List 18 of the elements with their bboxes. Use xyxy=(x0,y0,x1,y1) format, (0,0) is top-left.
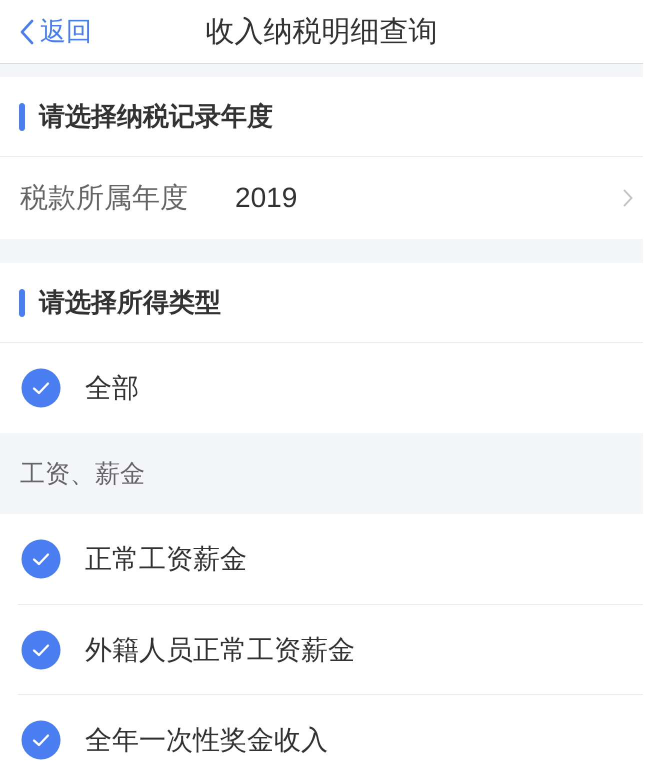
chevron-right-icon xyxy=(623,189,633,207)
checkbox[interactable] xyxy=(21,368,61,408)
option-row[interactable]: 正常工资薪金 xyxy=(0,514,643,604)
category-label: 工资、薪金 xyxy=(20,459,145,490)
back-chevron-icon xyxy=(20,18,34,44)
section-heading: 请选择纳税记录年度 xyxy=(39,100,273,133)
option-row[interactable]: 全年一次性奖金收入 xyxy=(18,694,643,771)
checkbox[interactable] xyxy=(21,630,61,670)
accent-bar xyxy=(19,288,25,316)
accent-bar xyxy=(19,102,25,130)
year-selector[interactable]: 税款所属年度 2019 xyxy=(0,157,643,239)
option-row[interactable]: 外籍人员正常工资薪金 xyxy=(18,604,643,694)
checkbox[interactable] xyxy=(21,539,61,579)
page-title: 收入纳税明细查询 xyxy=(206,14,438,50)
checkbox[interactable] xyxy=(21,720,61,760)
section-heading: 请选择所得类型 xyxy=(39,286,221,319)
back-button[interactable]: 返回 xyxy=(0,10,92,54)
option-row[interactable]: 全部 xyxy=(0,343,643,433)
